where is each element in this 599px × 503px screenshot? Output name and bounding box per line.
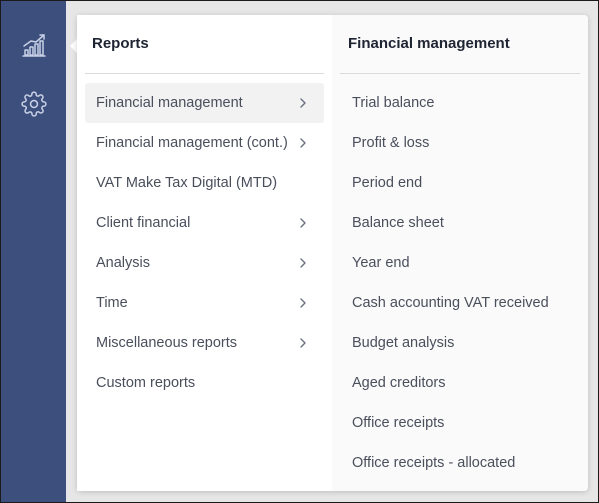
- submenu-item-label: Year end: [352, 255, 410, 271]
- submenu-title: Financial management: [348, 35, 510, 52]
- reports-menu-item-label: Client financial: [96, 215, 191, 231]
- submenu-item[interactable]: Budget analysis: [332, 323, 588, 363]
- chevron-right-icon: [296, 336, 310, 350]
- reports-menu-title: Reports: [92, 35, 149, 52]
- reports-menu-item-label: Financial management (cont.): [96, 135, 288, 151]
- chevron-right-icon: [296, 256, 310, 270]
- submenu-item[interactable]: Profit & loss: [332, 123, 588, 163]
- submenu-item[interactable]: Cash accounting VAT received: [332, 283, 588, 323]
- gear-icon[interactable]: [19, 89, 49, 119]
- reports-menu-item[interactable]: Time: [85, 283, 324, 323]
- submenu-item-label: Trial balance: [352, 95, 435, 111]
- reports-menu-item-label: Financial management: [96, 95, 243, 111]
- reports-chart-icon[interactable]: [19, 30, 49, 60]
- reports-menu-item[interactable]: Analysis: [85, 243, 324, 283]
- reports-menu-divider: [85, 73, 324, 74]
- reports-menu-item[interactable]: VAT Make Tax Digital (MTD): [85, 163, 324, 203]
- reports-menu-item-label: VAT Make Tax Digital (MTD): [96, 175, 278, 191]
- reports-menu-item[interactable]: Financial management (cont.): [85, 123, 324, 163]
- reports-menu-list: Financial management Financial management…: [77, 83, 332, 403]
- submenu-item-label: Aged creditors: [352, 375, 446, 391]
- reports-menu-item[interactable]: Financial management: [85, 83, 324, 123]
- submenu-item-label: Period end: [352, 175, 423, 191]
- submenu-item[interactable]: Year end: [332, 243, 588, 283]
- submenu-item[interactable]: Office receipts: [332, 403, 588, 443]
- reports-menu-item-label: Miscellaneous reports: [96, 335, 238, 351]
- submenu-item-label: Profit & loss: [352, 135, 430, 151]
- reports-menu-item-label: Custom reports: [96, 375, 196, 391]
- reports-menu-item-label: Analysis: [96, 255, 150, 271]
- chevron-right-icon: [296, 96, 310, 110]
- submenu-item[interactable]: Office receipts - allocated: [332, 443, 588, 483]
- app-sidebar: [1, 1, 66, 502]
- chevron-right-icon: [296, 296, 310, 310]
- submenu-item-label: Office receipts - allocated: [352, 455, 516, 471]
- reports-menu-item[interactable]: Miscellaneous reports: [85, 323, 324, 363]
- submenu-item-label: Cash accounting VAT received: [352, 295, 549, 311]
- reports-menu-item[interactable]: Custom reports: [85, 363, 324, 403]
- reports-menu-column: Reports Financial management Financial ma…: [77, 15, 332, 491]
- submenu-column: Financial management Trial balance Profit…: [332, 15, 588, 491]
- submenu-item-label: Budget analysis: [352, 335, 455, 351]
- reports-menu-item[interactable]: Client financial: [85, 203, 324, 243]
- submenu-item[interactable]: Aged creditors: [332, 363, 588, 403]
- submenu-item[interactable]: Period end: [332, 163, 588, 203]
- reports-flyout: Reports Financial management Financial ma…: [77, 15, 588, 491]
- reports-menu-item-label: Time: [96, 295, 128, 311]
- chevron-right-icon: [296, 136, 310, 150]
- submenu-item-label: Office receipts: [352, 415, 445, 431]
- submenu-item[interactable]: Balance sheet: [332, 203, 588, 243]
- submenu-divider: [340, 73, 580, 74]
- submenu-item-label: Balance sheet: [352, 215, 444, 231]
- submenu-item[interactable]: Trial balance: [332, 83, 588, 123]
- submenu-list: Trial balance Profit & loss Period end Bala…: [332, 83, 588, 483]
- chevron-right-icon: [296, 216, 310, 230]
